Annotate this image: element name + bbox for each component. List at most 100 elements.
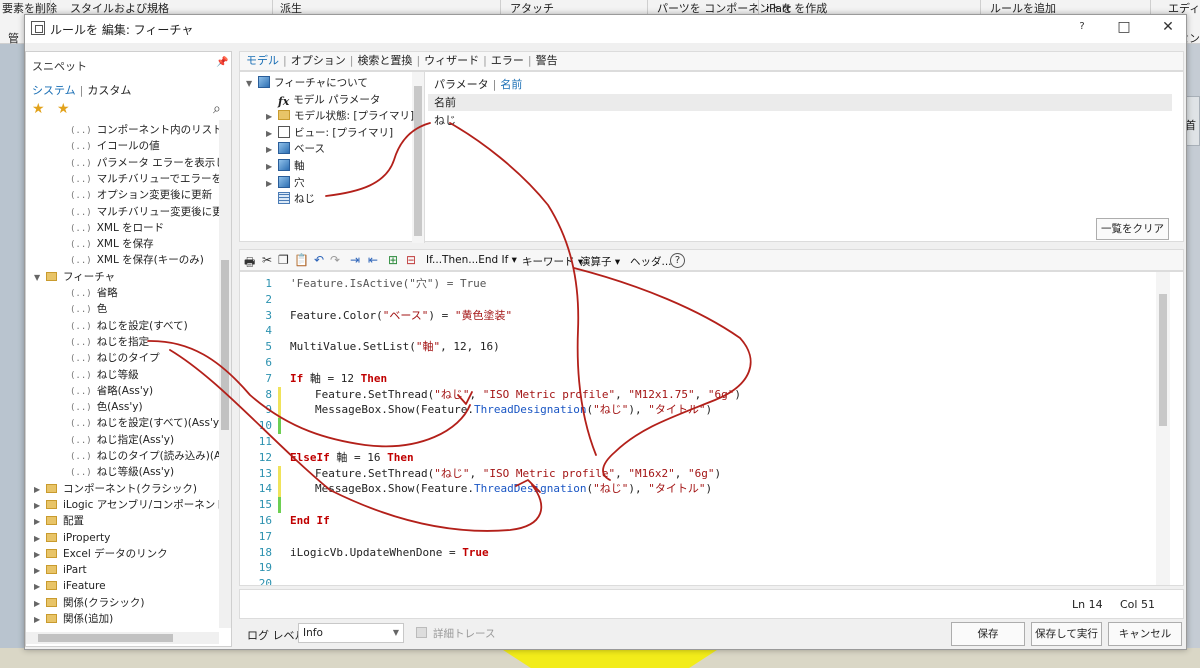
- clear-list-button[interactable]: 一覧をクリア: [1096, 218, 1169, 240]
- scrollbar-thumb[interactable]: [221, 260, 229, 430]
- snippet-item[interactable]: (..) ねじ指定(Ass'y): [70, 432, 174, 448]
- uncomment-icon[interactable]: ⊟: [406, 253, 416, 267]
- code-line[interactable]: 'Feature.IsActive("穴") = True: [290, 276, 486, 292]
- cut-icon[interactable]: ✂: [262, 253, 272, 267]
- main-tab[interactable]: オプション: [291, 54, 346, 67]
- help-icon[interactable]: ?: [670, 253, 685, 268]
- expand-arrow-icon[interactable]: ▼: [246, 76, 258, 92]
- collapse-arrow-icon[interactable]: ▶: [34, 596, 46, 612]
- detailed-trace-checkbox[interactable]: [416, 627, 427, 638]
- snippet-item[interactable]: (..) オプション変更後に更新: [70, 187, 212, 203]
- comment-icon[interactable]: ⊞: [388, 253, 398, 267]
- collapse-arrow-icon[interactable]: ▶: [34, 612, 46, 628]
- collapse-arrow-icon[interactable]: ▶: [266, 159, 278, 175]
- snippet-item[interactable]: (..) ねじを指定: [70, 334, 149, 350]
- code-line[interactable]: ElseIf 軸 = 16 Then: [290, 450, 414, 466]
- collapse-arrow-icon[interactable]: ▶: [34, 498, 46, 514]
- main-tab[interactable]: モデル: [246, 54, 279, 67]
- snippet-item[interactable]: (..) ねじのタイプ: [70, 350, 160, 366]
- collapse-arrow-icon[interactable]: ▶: [34, 531, 46, 547]
- snippet-item[interactable]: (..) マルチバリュー変更後に更新: [70, 204, 221, 220]
- snippet-item[interactable]: (..) 省略: [70, 285, 118, 301]
- snippet-item[interactable]: (..) ねじ等級(Ass'y): [70, 464, 174, 480]
- snippet-folder[interactable]: ▶ 関係(クラシック): [34, 595, 144, 611]
- snippet-folder[interactable]: ▶ Excel データのリンク: [34, 546, 168, 562]
- model-tree-node[interactable]: ▼ フィーチャについて: [246, 75, 368, 91]
- code-line[interactable]: Feature.SetThread("ねじ", "ISO Metric prof…: [315, 466, 721, 482]
- model-tree-node[interactable]: ▶ ベース: [266, 141, 325, 157]
- snippet-item[interactable]: (..) XML を保存: [70, 236, 154, 252]
- model-tree-node[interactable]: ▶ 軸: [266, 158, 305, 174]
- collapse-arrow-icon[interactable]: ▶: [34, 563, 46, 579]
- snippet-item[interactable]: (..) 色: [70, 301, 107, 317]
- snippet-item[interactable]: (..) パラメータ エラーを表示しない: [70, 155, 221, 171]
- save-and-run-button[interactable]: 保存して実行: [1031, 622, 1102, 646]
- tab-custom[interactable]: カスタム: [87, 84, 131, 97]
- model-tree-node[interactable]: ▶ ビュー: [プライマリ]: [266, 125, 393, 141]
- snippets-vertical-scrollbar[interactable]: [219, 120, 231, 628]
- snippet-item[interactable]: (..) ねじを設定(すべて): [70, 318, 188, 334]
- indent-icon[interactable]: ⇥: [350, 253, 360, 267]
- model-tree-node[interactable]: ねじ: [266, 191, 315, 207]
- operator-menu[interactable]: 演算子 ▾: [580, 254, 620, 269]
- snippet-item[interactable]: (..) ねじのタイプ(読み込み)(Ass'y): [70, 448, 221, 464]
- column-header-name[interactable]: 名前: [428, 94, 1172, 111]
- undo-icon[interactable]: ↶: [314, 253, 324, 267]
- code-line[interactable]: iLogicVb.UpdateWhenDone = True: [290, 545, 489, 561]
- expand-arrow-icon[interactable]: ▼: [34, 270, 46, 286]
- redo-icon[interactable]: ↷: [330, 253, 340, 267]
- star-icon[interactable]: ★: [32, 101, 45, 117]
- snippets-horizontal-scrollbar[interactable]: [26, 632, 219, 644]
- snippet-item[interactable]: (..) コンポーネント内のリストを取得: [70, 122, 221, 138]
- collapse-arrow-icon[interactable]: ▶: [266, 176, 278, 192]
- collapse-arrow-icon[interactable]: ▶: [34, 514, 46, 530]
- model-tree-node[interactable]: ▶ モデル状態: [プライマリ]: [266, 108, 414, 124]
- code-line[interactable]: Feature.SetThread("ねじ", "ISO Metric prof…: [315, 387, 741, 403]
- cancel-button[interactable]: キャンセル: [1108, 622, 1182, 646]
- snippet-folder[interactable]: ▶ iFeature: [34, 578, 106, 594]
- keyword-menu[interactable]: キーワード ▾: [522, 254, 583, 269]
- snippet-item[interactable]: (..) ねじ等級: [70, 367, 139, 383]
- main-tab[interactable]: 検索と置換: [357, 54, 412, 67]
- scrollbar-thumb[interactable]: [1159, 294, 1167, 426]
- snippet-folder[interactable]: ▶ 配置: [34, 513, 84, 529]
- snippet-folder[interactable]: ▶ iPart: [34, 562, 87, 578]
- snippet-folder[interactable]: ▶ 関係(追加): [34, 611, 113, 627]
- scrollbar-thumb[interactable]: [38, 634, 173, 642]
- collapse-arrow-icon[interactable]: ▶: [266, 126, 278, 142]
- outdent-icon[interactable]: ⇤: [368, 253, 378, 267]
- snippet-item[interactable]: (..) 省略(Ass'y): [70, 383, 153, 399]
- snippet-item[interactable]: (..) XML をロード: [70, 220, 164, 236]
- collapse-arrow-icon[interactable]: ▶: [266, 109, 278, 125]
- snippet-folder[interactable]: ▼ フィーチャ: [34, 269, 115, 285]
- snippet-item[interactable]: (..) ねじを設定(すべて)(Ass'y): [70, 415, 221, 431]
- tab-names[interactable]: 名前: [500, 78, 522, 91]
- snippet-item[interactable]: (..) 色(Ass'y): [70, 399, 143, 415]
- snippet-item[interactable]: (..) イコールの値: [70, 138, 160, 154]
- code-editor[interactable]: 1 'Feature.IsActive("穴") = True 2 3 Feature.…: [239, 271, 1184, 586]
- snippet-folder[interactable]: ▶ iProperty: [34, 530, 110, 546]
- model-tree-node[interactable]: ▶ 穴: [266, 175, 305, 191]
- collapse-arrow-icon[interactable]: ▶: [266, 142, 278, 158]
- main-tab[interactable]: 警告: [536, 54, 558, 67]
- code-line[interactable]: MultiValue.SetList("軸", 12, 16): [290, 339, 500, 355]
- code-line[interactable]: End If: [290, 513, 330, 529]
- name-list-row[interactable]: ねじ: [434, 112, 456, 128]
- search-icon[interactable]: ⌕: [213, 101, 221, 117]
- code-line[interactable]: MessageBox.Show(Feature.ThreadDesignatio…: [315, 402, 712, 418]
- if-then-menu[interactable]: If...Then...End If ▾: [426, 254, 517, 266]
- snippet-item[interactable]: (..) マルチバリューでエラーを表示した: [70, 171, 221, 187]
- copy-icon[interactable]: ❐: [278, 253, 289, 267]
- editor-scrollbar[interactable]: [1156, 272, 1170, 585]
- maximize-icon[interactable]: □: [1109, 19, 1139, 35]
- main-tab[interactable]: ウィザード: [424, 54, 479, 67]
- tab-system[interactable]: システム: [32, 84, 76, 97]
- tab-parameters[interactable]: パラメータ: [434, 78, 489, 91]
- close-icon[interactable]: ✕: [1153, 19, 1183, 35]
- star-add-icon[interactable]: ★: [57, 101, 70, 117]
- pin-icon[interactable]: 📌: [216, 57, 228, 68]
- help-icon[interactable]: ?: [1067, 21, 1097, 32]
- collapse-arrow-icon[interactable]: ▶: [34, 482, 46, 498]
- model-tree-scrollbar[interactable]: [412, 72, 424, 243]
- snippet-folder[interactable]: ▶ コンポーネント(クラシック): [34, 481, 197, 497]
